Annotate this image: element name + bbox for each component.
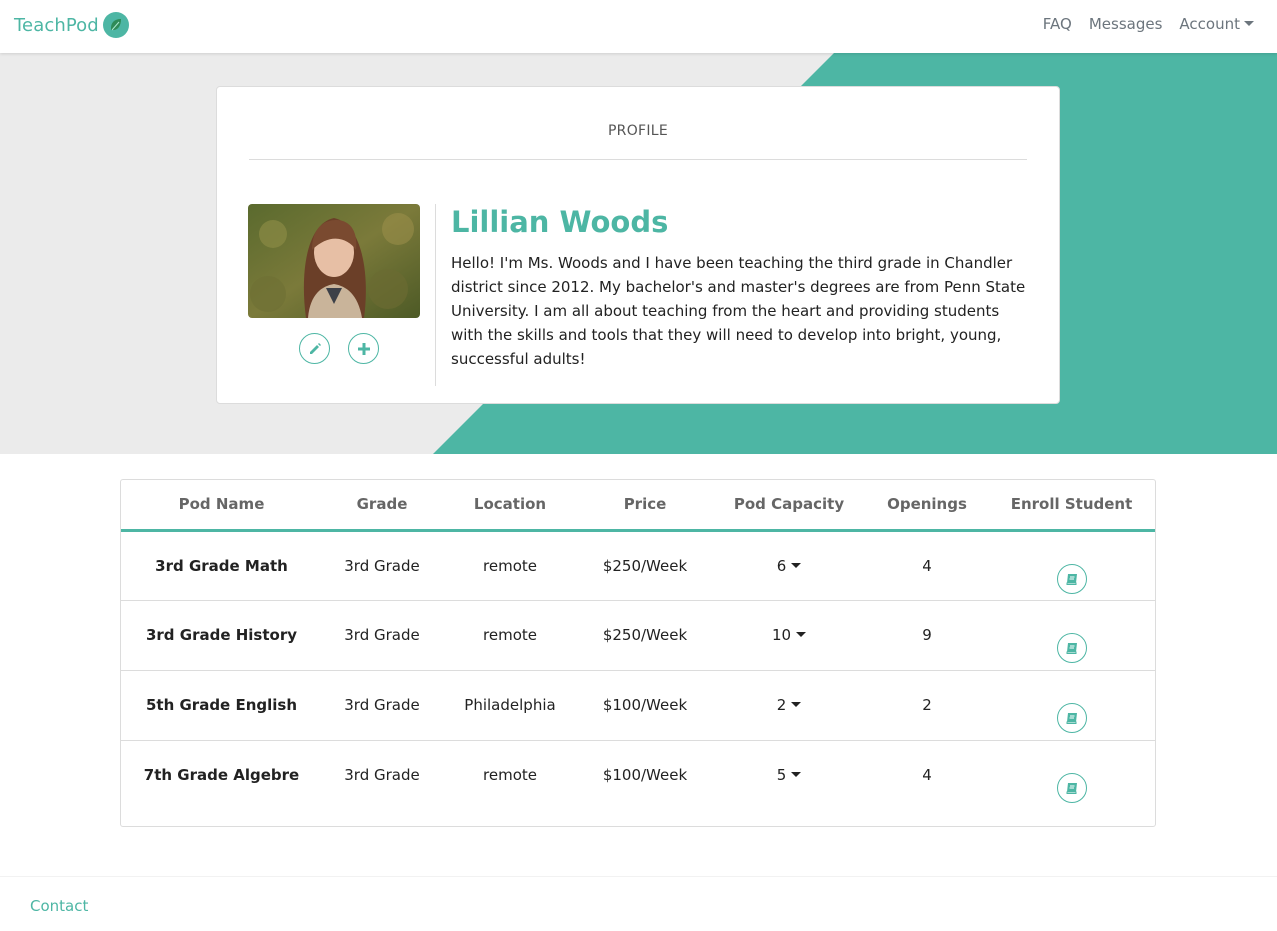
pod-name-cell: 5th Grade English: [121, 670, 322, 741]
pod-name-cell: 7th Grade Algebre: [143, 765, 300, 784]
book-icon: [1066, 712, 1077, 724]
grade-cell: 3rd Grade: [344, 765, 420, 784]
table-header-row: Pod Name Grade Location Price Pod Capaci…: [121, 480, 1155, 532]
enroll-cell: [988, 600, 1155, 671]
header-openings: Openings: [866, 480, 988, 532]
price-cell: $250/Week: [578, 600, 712, 671]
table-row: 5th Grade English 3rd Grade Philadelphia…: [121, 670, 1155, 741]
pencil-icon: [309, 342, 321, 354]
capacity-cell: 5: [712, 740, 866, 810]
location-cell: remote: [442, 600, 578, 671]
chevron-down-icon: [791, 772, 802, 777]
book-icon: [1066, 573, 1077, 585]
grade-cell: 3rd Grade: [322, 530, 442, 601]
plus-icon: [357, 342, 370, 355]
openings-cell: 4: [922, 765, 932, 784]
price-cell: $100/Week: [578, 670, 712, 741]
profile-bio: Hello! I'm Ms. Woods and I have been tea…: [451, 254, 1026, 368]
leaf-logo-icon[interactable]: [102, 12, 129, 38]
profile-photo: [248, 204, 420, 318]
price-cell: $100/Week: [602, 765, 688, 784]
grade-cell: 3rd Grade: [322, 670, 442, 741]
book-icon: [1066, 642, 1077, 654]
nav-account-dropdown[interactable]: Account: [1179, 15, 1254, 33]
header-grade: Grade: [322, 480, 442, 532]
nav-faq[interactable]: FAQ: [1043, 15, 1072, 33]
add-pod-button[interactable]: [348, 333, 379, 364]
nav-account-label: Account: [1179, 15, 1240, 33]
chevron-down-icon: [796, 632, 807, 637]
enroll-student-button[interactable]: [1056, 772, 1087, 803]
grade-cell: 3rd Grade: [322, 600, 442, 671]
capacity-dropdown[interactable]: 2: [777, 696, 802, 714]
pod-name-cell: 3rd Grade Math: [121, 530, 322, 601]
capacity-value: 5: [776, 765, 787, 784]
navbar: TeachPod FAQ Messages Account: [0, 0, 1277, 53]
header-pod-capacity: Pod Capacity: [712, 480, 866, 532]
capacity-dropdown[interactable]: 5: [777, 766, 802, 784]
location-cell: remote: [483, 765, 537, 784]
openings-cell: 4: [866, 530, 988, 601]
capacity-cell: 2: [712, 670, 866, 741]
openings-cell: 2: [866, 670, 988, 741]
capacity-dropdown[interactable]: 6: [777, 557, 802, 575]
enroll-student-button[interactable]: [1056, 563, 1087, 594]
price-cell: $250/Week: [578, 530, 712, 601]
capacity-cell: 6: [712, 530, 866, 601]
nav-links: FAQ Messages Account: [1026, 15, 1254, 33]
enroll-cell: [988, 530, 1155, 601]
table-row: 3rd Grade History 3rd Grade remote $250/…: [121, 600, 1155, 671]
capacity-value: 10: [771, 625, 792, 644]
profile-section-title: PROFILE: [607, 123, 669, 139]
capacity-dropdown[interactable]: 10: [771, 625, 807, 644]
chevron-down-icon: [791, 563, 802, 568]
capacity-value: 6: [776, 556, 787, 575]
chevron-down-icon: [791, 702, 802, 707]
enroll-cell: [988, 740, 1155, 810]
location-cell: Philadelphia: [442, 670, 578, 741]
table-row: 7th Grade Algebre 3rd Grade remote $100/…: [121, 740, 1155, 810]
edit-profile-button[interactable]: [299, 333, 330, 364]
vertical-divider: [435, 204, 436, 386]
openings-cell: 9: [866, 600, 988, 671]
capacity-cell: 10: [712, 600, 866, 671]
capacity-value: 2: [776, 695, 787, 714]
profile-name: Lillian Woods: [451, 205, 669, 239]
nav-messages[interactable]: Messages: [1089, 15, 1163, 33]
profile-card: PROFILE Lillian Woods Hello! I'm Ms. Woo…: [216, 86, 1060, 404]
header-enroll-student: Enroll Student: [988, 480, 1155, 532]
header-pod-name: Pod Name: [121, 480, 322, 532]
header-location: Location: [442, 480, 578, 532]
footer: Contact: [0, 876, 1277, 931]
book-icon: [1066, 782, 1077, 794]
chevron-down-icon: [1244, 21, 1254, 26]
contact-link[interactable]: Contact: [30, 897, 88, 915]
enroll-student-button[interactable]: [1056, 632, 1087, 663]
header-price: Price: [578, 480, 712, 532]
divider: [249, 159, 1027, 160]
enroll-student-button[interactable]: [1056, 702, 1087, 733]
enroll-cell: [988, 670, 1155, 741]
location-cell: remote: [442, 530, 578, 601]
table-row: 3rd Grade Math 3rd Grade remote $250/Wee…: [121, 530, 1155, 601]
pods-table: Pod Name Grade Location Price Pod Capaci…: [120, 479, 1156, 827]
pod-name-cell: 3rd Grade History: [121, 600, 322, 671]
brand[interactable]: TeachPod: [14, 12, 129, 38]
brand-name[interactable]: TeachPod: [14, 15, 99, 36]
